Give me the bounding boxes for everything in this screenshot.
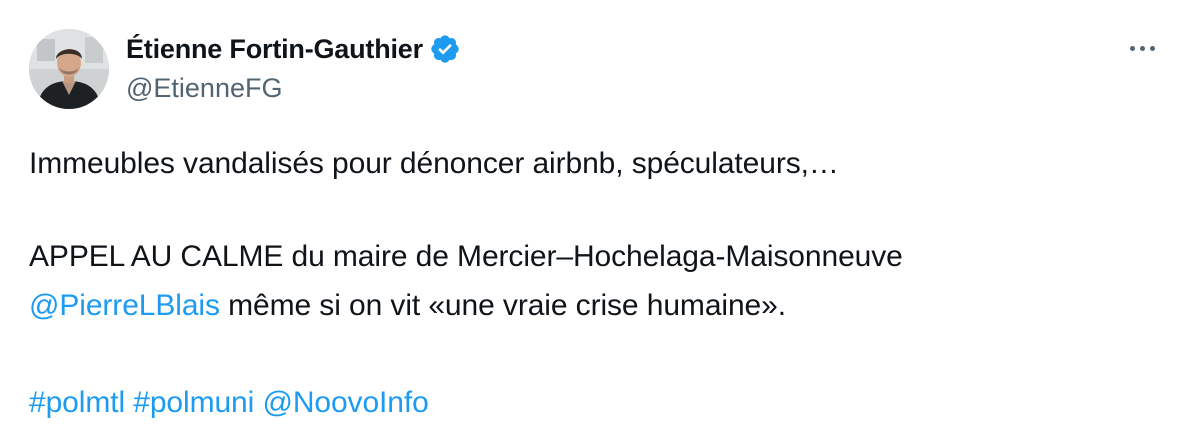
tweet-hashtags-line: #polmtl #polmuni @NoovoInfo [29,385,429,421]
tweet-card: Étienne Fortin-Gauthier @EtienneFG Immeu… [0,0,1198,440]
tweet-text-line-1: Immeubles vandalisés pour dénoncer airbn… [29,147,839,180]
more-options-icon [1129,45,1135,51]
more-options-button[interactable] [1122,38,1162,58]
author-display-name[interactable]: Étienne Fortin-Gauthier [126,34,423,65]
tweet-text-line-2: APPEL AU CALME du maire de Mercier–Hoche… [29,240,903,273]
author-handle[interactable]: @EtienneFG [126,73,282,104]
hashtag-link[interactable]: #polmtl [29,386,125,419]
tweet-text-line-3: @PierreLBlais même si on vit «une vraie … [29,288,786,324]
tweet-text-segment: même si on vit «une vraie crise humaine»… [219,289,786,322]
verified-badge-icon [431,35,459,63]
mention-link[interactable]: @NoovoInfo [262,386,428,419]
avatar-photo [29,29,109,109]
hashtag-link[interactable]: #polmuni [133,386,254,419]
mention-link[interactable]: @PierreLBlais [29,289,220,322]
author-name-row[interactable]: Étienne Fortin-Gauthier [126,31,461,67]
avatar[interactable] [29,29,109,109]
